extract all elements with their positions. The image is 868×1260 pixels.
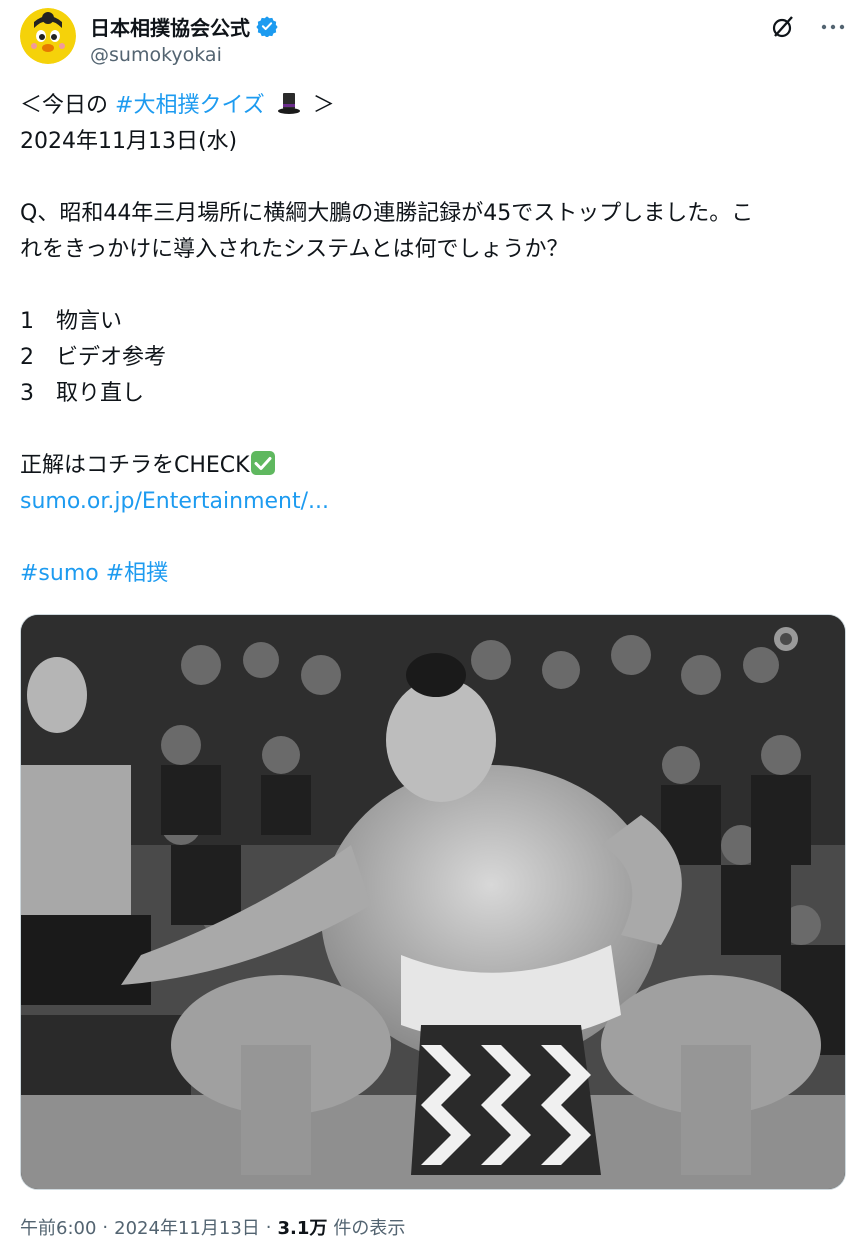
hashtag-sumo-quiz[interactable]: #大相撲クイズ (115, 93, 265, 118)
question-line-2: れをきっかけに導入されたシステムとは何でしょうか？ (20, 237, 569, 262)
top-hat-icon (276, 90, 302, 116)
check-mark-icon (250, 450, 276, 476)
tweet-text: ＜今日の #大相撲クイズ ＞ 2024年11月13日(水) Q、昭和44年三月場… (20, 88, 850, 592)
hashtags-line: #sumo #相撲 (20, 556, 850, 592)
tweet-meta: 午前6:00 · 2024年11月13日 · 3.1万 件の表示 (20, 1214, 405, 1240)
tweet-time[interactable]: 午前6:00 (20, 1214, 96, 1240)
option-3: 3 取り直し (20, 381, 145, 406)
author-name-line: 日本相撲協会公式 (90, 12, 278, 40)
verified-badge-icon (256, 15, 278, 38)
tweet-media-image[interactable] (20, 614, 846, 1190)
handle[interactable]: @sumokyokai (90, 44, 222, 66)
view-count: 3.1万 (277, 1218, 328, 1239)
hashtag-sumo[interactable]: #sumo (20, 561, 99, 586)
option-2: 2 ビデオ参考 (20, 345, 167, 370)
answer-line: 正解はコチラをCHECK (20, 448, 850, 484)
external-link[interactable]: sumo.or.jp/Entertainment/... (20, 489, 329, 514)
title-suffix: ＞ (312, 93, 335, 118)
display-name[interactable]: 日本相撲協会公式 (90, 12, 250, 41)
more-icon[interactable] (818, 12, 848, 42)
grok-icon[interactable] (768, 12, 798, 42)
avatar[interactable] (20, 8, 76, 64)
tweet-actions (768, 12, 848, 42)
hashtag-sumo-jp[interactable]: #相撲 (106, 561, 168, 586)
sumo-wrestler-photo (21, 615, 845, 1189)
mascot-avatar-icon (20, 8, 76, 64)
title-prefix: ＜今日の (20, 93, 109, 118)
view-label: 件の表示 (333, 1218, 406, 1239)
option-1: 1 物言い (20, 309, 123, 334)
tweet-date[interactable]: 2024年11月13日 (114, 1214, 260, 1240)
date-line: 2024年11月13日(水) (20, 129, 238, 154)
question-line-1: Q、昭和44年三月場所に横綱大鵬の連勝記録が45でストップしました。こ (20, 201, 754, 226)
title-line: ＜今日の #大相撲クイズ ＞ (20, 88, 850, 124)
